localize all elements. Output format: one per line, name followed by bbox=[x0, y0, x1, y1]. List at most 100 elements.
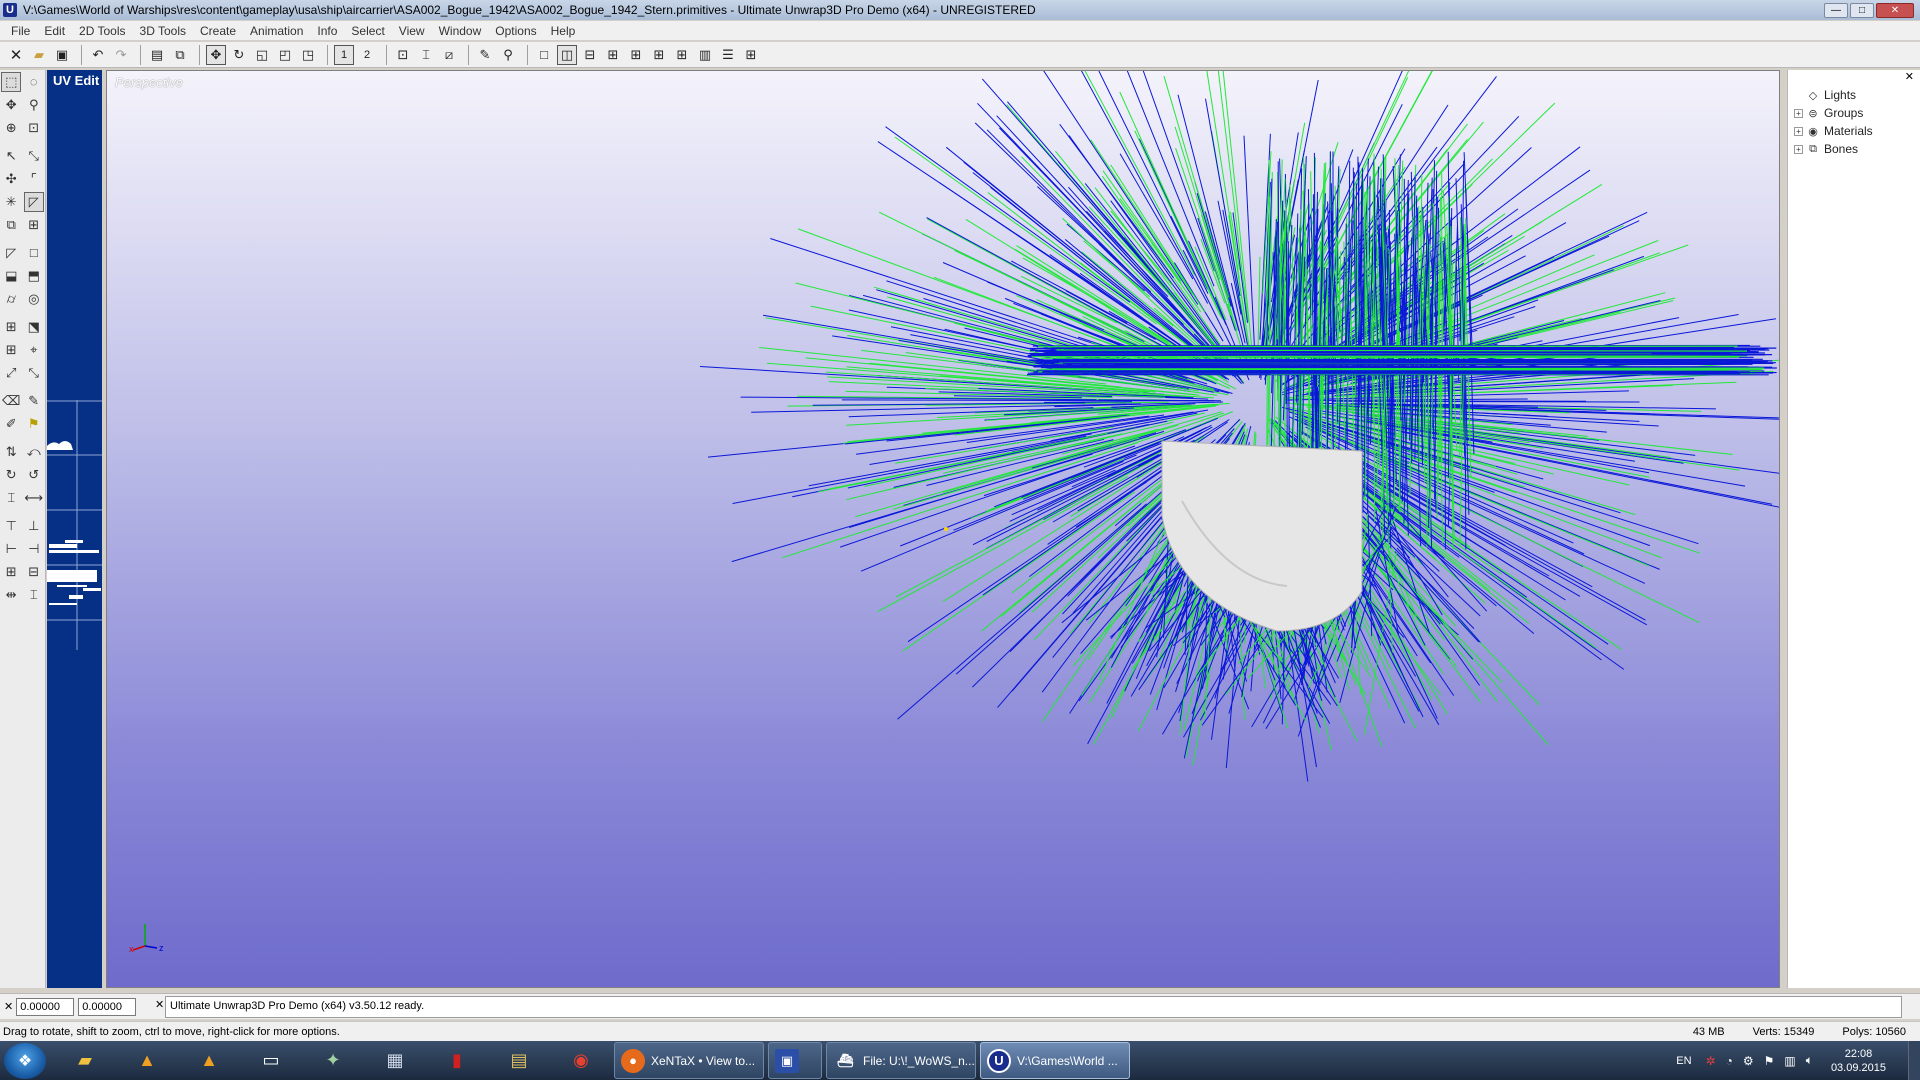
pointer-icon[interactable]: ↖ bbox=[1, 146, 21, 166]
close-file-icon[interactable]: ✕ bbox=[6, 45, 26, 65]
panel-close-icon[interactable]: ✕ bbox=[1905, 70, 1914, 83]
pan-icon[interactable]: ✥ bbox=[1, 95, 21, 115]
scale-uv-icon[interactable]: ⤢ bbox=[1, 363, 21, 383]
expand-icon[interactable]: + bbox=[1794, 126, 1803, 136]
tree-item-groups[interactable]: + ⊜ Groups bbox=[1794, 104, 1873, 122]
grid-icon[interactable]: ⊞ bbox=[24, 215, 44, 235]
scale-uniform-icon[interactable]: ◰ bbox=[275, 45, 295, 65]
pencil-icon[interactable]: ✎ bbox=[24, 391, 44, 411]
fit-height-icon[interactable]: ⌶ bbox=[24, 585, 44, 605]
layout-quad-icon[interactable]: ⊞ bbox=[741, 45, 761, 65]
task-unwrap3d[interactable]: U V:\Games\World ... bbox=[980, 1042, 1130, 1079]
select-group-icon[interactable]: ⊡ bbox=[393, 45, 413, 65]
terminal-icon[interactable]: ▭ bbox=[242, 1042, 300, 1079]
scale-icon[interactable]: ◱ bbox=[252, 45, 272, 65]
minimize-button[interactable]: — bbox=[1824, 2, 1848, 18]
zoom-icon[interactable]: ⚲ bbox=[24, 95, 44, 115]
y-coordinate-field[interactable]: 0.00000 bbox=[78, 997, 137, 1016]
zoom-region-icon[interactable]: ⊕ bbox=[1, 118, 21, 138]
volume-icon[interactable]: 🔈︎ bbox=[1806, 1053, 1813, 1068]
layout-single-icon[interactable]: □ bbox=[534, 45, 554, 65]
pin-icon[interactable]: ⚑ bbox=[24, 414, 44, 434]
explorer-icon[interactable]: ▰ bbox=[56, 1042, 114, 1079]
show-desktop-button[interactable] bbox=[1908, 1041, 1920, 1080]
chrome-icon[interactable]: ◉ bbox=[552, 1042, 610, 1079]
clone-icon[interactable]: ⧉ bbox=[1, 215, 21, 235]
aimp-alt-icon[interactable]: ▲ bbox=[180, 1042, 238, 1079]
align-horizontal-icon[interactable]: ⟷ bbox=[24, 488, 44, 508]
game-icon[interactable]: ✦ bbox=[304, 1042, 362, 1079]
cylinder-icon[interactable]: ⌭ bbox=[1, 289, 21, 309]
menu-info[interactable]: Info bbox=[310, 24, 344, 38]
expand-icon[interactable]: + bbox=[1794, 108, 1803, 118]
eraser-icon[interactable]: ⌫ bbox=[1, 391, 21, 411]
rotate-icon[interactable]: ↻ bbox=[229, 45, 249, 65]
task-firefox[interactable]: ● XeNTaX • View to... bbox=[614, 1042, 764, 1079]
sphere-map-icon[interactable]: ⌖ bbox=[24, 340, 44, 360]
stretch-uv-icon[interactable]: ⤡ bbox=[24, 363, 44, 383]
open-folder-icon[interactable]: ▰ bbox=[29, 45, 49, 65]
language-indicator[interactable]: EN bbox=[1676, 1055, 1691, 1067]
task-file-viewer[interactable]: ⛴ File: U:\!_WoWS_n... bbox=[826, 1042, 976, 1079]
layout-three-right-icon[interactable]: ⊞ bbox=[626, 45, 646, 65]
network-icon[interactable]: ▥ bbox=[1784, 1054, 1795, 1068]
weld-icon[interactable]: ✳ bbox=[1, 192, 21, 212]
menu-edit[interactable]: Edit bbox=[37, 24, 72, 38]
menu-view[interactable]: View bbox=[392, 24, 432, 38]
layout-columns-icon[interactable]: ▥ bbox=[695, 45, 715, 65]
align-vertical-icon[interactable]: ⌶ bbox=[1, 488, 21, 508]
zoom-extents-icon[interactable]: ⊡ bbox=[24, 118, 44, 138]
view-2-button[interactable]: 2 bbox=[357, 45, 377, 65]
cube-icon[interactable]: ⬒ bbox=[24, 266, 44, 286]
menu-help[interactable]: Help bbox=[544, 24, 583, 38]
redo-icon[interactable]: ↷ bbox=[111, 45, 131, 65]
menu-3d-tools[interactable]: 3D Tools bbox=[133, 24, 193, 38]
x-coordinate-field[interactable]: 0.00000 bbox=[16, 997, 75, 1016]
box-icon[interactable]: ⬓ bbox=[1, 266, 21, 286]
tree-item-materials[interactable]: + ◉ Materials bbox=[1794, 122, 1873, 140]
calculator-icon[interactable]: ▦ bbox=[366, 1042, 424, 1079]
sync-icon[interactable]: ◔ bbox=[1726, 1054, 1733, 1068]
stack-icon[interactable]: ⊟ bbox=[24, 562, 44, 582]
menu-options[interactable]: Options bbox=[488, 24, 543, 38]
corner-icon[interactable]: ⌜ bbox=[24, 169, 44, 189]
mirror-icon[interactable]: ⤺ bbox=[24, 442, 44, 462]
menu-file[interactable]: File bbox=[4, 24, 37, 38]
layout-split-vertical-icon[interactable]: ◫ bbox=[557, 44, 577, 65]
tree-item-lights[interactable]: ◇ Lights bbox=[1794, 86, 1873, 104]
rotate-cw-icon[interactable]: ↻ bbox=[1, 465, 21, 485]
align-left-icon[interactable]: ⊢ bbox=[1, 539, 21, 559]
menu-select[interactable]: Select bbox=[344, 24, 391, 38]
aimp-icon[interactable]: ▲ bbox=[118, 1042, 176, 1079]
distribute-icon[interactable]: ⊞ bbox=[1, 562, 21, 582]
eyedropper-icon[interactable]: ✎ bbox=[475, 45, 495, 65]
flag-icon[interactable]: ⚑ bbox=[1764, 1054, 1775, 1068]
move-icon[interactable]: ✥ bbox=[206, 44, 226, 65]
steam-icon[interactable]: ⚙ bbox=[1743, 1054, 1754, 1068]
rotate-ccw-icon[interactable]: ↺ bbox=[24, 465, 44, 485]
texture-icon[interactable]: ▤ bbox=[147, 45, 167, 65]
vertex-move-icon[interactable]: ✣ bbox=[1, 169, 21, 189]
sphere-icon[interactable]: ◎ bbox=[24, 289, 44, 309]
pdf-reader-icon[interactable]: ▮ bbox=[428, 1042, 486, 1079]
view-1-button[interactable]: 1 bbox=[334, 44, 354, 65]
duplicate-icon[interactable]: ◳ bbox=[298, 45, 318, 65]
align-right-icon[interactable]: ⊣ bbox=[24, 539, 44, 559]
antivirus-icon[interactable]: ✲ bbox=[1706, 1054, 1716, 1068]
tree-item-bones[interactable]: + ⧉ Bones bbox=[1794, 140, 1873, 158]
fit-width-icon[interactable]: ⇹ bbox=[1, 585, 21, 605]
layout-three-bottom-icon[interactable]: ⊞ bbox=[672, 45, 692, 65]
flip-icon[interactable]: ⇅ bbox=[1, 442, 21, 462]
expand-icon[interactable]: + bbox=[1794, 144, 1803, 154]
light-bulb-icon[interactable]: ⚲ bbox=[498, 45, 518, 65]
maximize-button[interactable]: □ bbox=[1850, 2, 1874, 18]
planar-map-icon[interactable]: ⊞ bbox=[1, 317, 21, 337]
uv-edit-panel[interactable]: UV Edit bbox=[47, 70, 102, 988]
save-icon[interactable]: ▣ bbox=[52, 45, 72, 65]
brush-icon[interactable]: ✐ bbox=[1, 414, 21, 434]
align-bottom-icon[interactable]: ⊥ bbox=[24, 516, 44, 536]
triangle-icon[interactable]: ◸ bbox=[1, 243, 21, 263]
lasso-select-icon[interactable]: ◌ bbox=[24, 72, 44, 92]
clock[interactable]: 22:08 03.09.2015 bbox=[1831, 1047, 1886, 1075]
menu-animation[interactable]: Animation bbox=[243, 24, 310, 38]
